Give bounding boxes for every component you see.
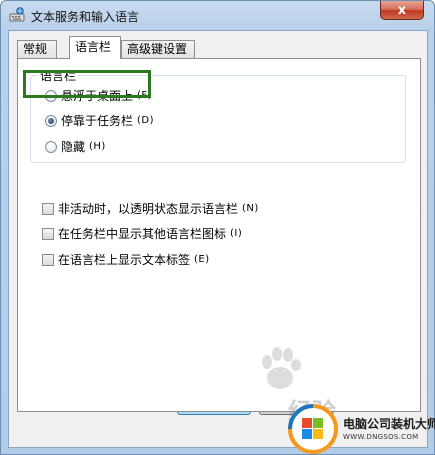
dialog-window: 文本服务和输入语言 x 常规 语言栏 高级键设置 语言栏 悬浮于桌面上 (F) … (0, 0, 435, 455)
radio-dock-in-taskbar[interactable]: 停靠于任务栏 (D) (45, 112, 154, 129)
checkbox-show-text-labels[interactable]: 在语言栏上显示文本标签 (E) (42, 251, 210, 268)
tab-advanced-key-settings[interactable]: 高级键设置 (121, 40, 195, 58)
radio-hidden[interactable]: 隐藏 (H) (45, 138, 106, 155)
checkbox-label: 在任务栏中显示其他语言栏图标 (58, 227, 227, 241)
checkbox-accelerator: (N) (242, 203, 259, 214)
brand-url: WWW.DNGSOS.COM (343, 433, 419, 441)
checkbox-label: 在语言栏上显示文本标签 (58, 253, 191, 267)
radio-label: 停靠于任务栏 (61, 114, 134, 128)
radio-accelerator: (F) (137, 90, 153, 101)
radio-button-icon[interactable] (45, 89, 57, 102)
brand-badge: 电脑公司装机大师 WWW.DNGSOS.COM (287, 403, 435, 455)
tab-language-bar[interactable]: 语言栏 (69, 36, 121, 59)
radio-button-selected-icon[interactable] (45, 114, 57, 127)
radio-label: 隐藏 (61, 140, 86, 154)
radio-float-on-desktop[interactable]: 悬浮于桌面上 (F) (45, 87, 152, 104)
checkbox-accelerator: (I) (230, 228, 243, 239)
checkbox-icon[interactable] (42, 253, 54, 266)
close-button[interactable]: x (380, 1, 424, 20)
keyboard-languages-icon (9, 7, 25, 23)
window-title: 文本服务和输入语言 (31, 10, 140, 24)
radio-accelerator: (H) (89, 141, 106, 152)
title-bar[interactable]: 文本服务和输入语言 x (1, 1, 434, 29)
checkbox-transparent-when-inactive[interactable]: 非活动时，以透明状态显示语言栏 (N) (42, 200, 259, 217)
radio-accelerator: (D) (137, 115, 155, 126)
language-bar-groupbox: 语言栏 悬浮于桌面上 (F) 停靠于任务栏 (D) 隐藏 (H) (30, 67, 406, 163)
checkbox-show-extra-icons-in-taskbar[interactable]: 在任务栏中显示其他语言栏图标 (I) (42, 225, 242, 242)
checkbox-accelerator: (E) (194, 254, 210, 265)
brand-name: 电脑公司装机大师 (343, 417, 435, 431)
dialog-client-area: 常规 语言栏 高级键设置 语言栏 悬浮于桌面上 (F) 停靠于任务栏 (D) 隐… (8, 30, 428, 448)
checkbox-icon[interactable] (42, 202, 54, 215)
close-icon: x (397, 2, 407, 18)
tab-general[interactable]: 常规 (17, 40, 57, 58)
radio-button-icon[interactable] (45, 140, 57, 153)
windows-logo-icon (288, 404, 338, 454)
radio-label: 悬浮于桌面上 (61, 89, 134, 103)
group-legend: 语言栏 (38, 67, 79, 84)
checkbox-label: 非活动时，以透明状态显示语言栏 (58, 202, 239, 216)
language-bar-page: 语言栏 悬浮于桌面上 (F) 停靠于任务栏 (D) 隐藏 (H) 非活动时，以透… (17, 58, 421, 412)
checkbox-icon[interactable] (42, 227, 54, 240)
